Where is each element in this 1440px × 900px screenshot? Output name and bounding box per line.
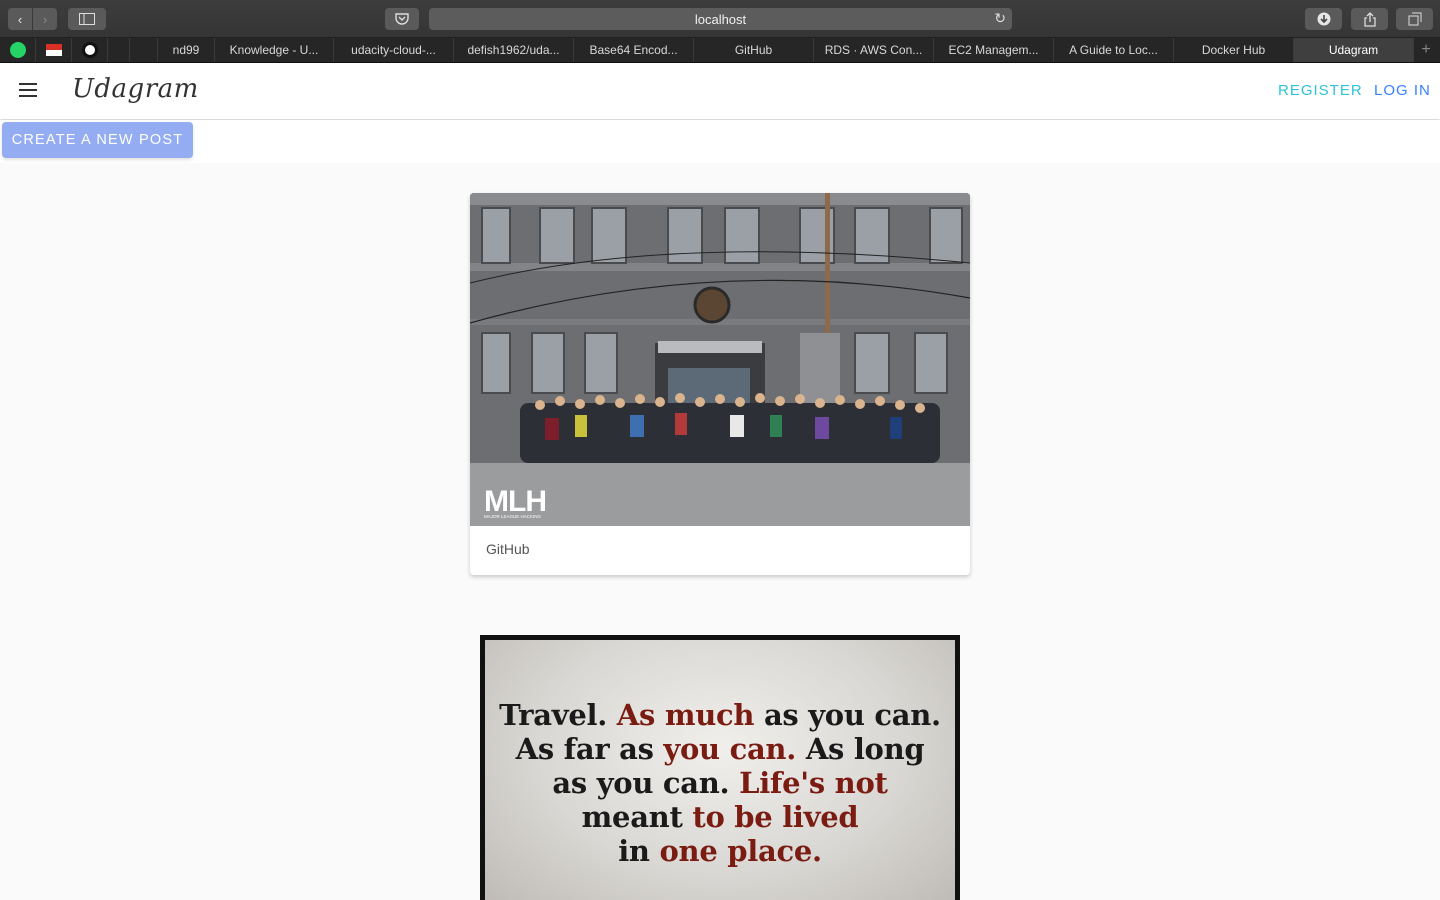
url-text: localhost: [694, 11, 747, 27]
plus-icon: +: [1421, 41, 1431, 58]
create-post-button[interactable]: CREATE A NEW POST: [2, 122, 193, 158]
tab-ec2[interactable]: EC2 Managem...: [934, 38, 1054, 62]
chevron-right-icon: ›: [42, 11, 48, 27]
login-button[interactable]: LOG IN: [1374, 82, 1431, 99]
tab-defish[interactable]: defish1962/uda...: [454, 38, 574, 62]
bookmark-spacer: [108, 38, 130, 62]
quote-line: in one place.: [618, 834, 822, 868]
share-icon: [1363, 11, 1376, 27]
whatsapp-bookmark[interactable]: [0, 38, 36, 62]
quote-line: as you can. Life's not: [552, 766, 888, 800]
tab-udagram[interactable]: Udagram: [1294, 38, 1414, 62]
bookmark-spacer-2: [130, 38, 158, 62]
feed-post-image[interactable]: Travel. As much as you can. As far as yo…: [480, 635, 960, 900]
gmail-bookmark[interactable]: [36, 38, 72, 62]
tab-rds[interactable]: RDS · AWS Con...: [814, 38, 934, 62]
whatsapp-icon: [9, 42, 26, 58]
post-image: MLH MAJOR LEAGUE HACKING: [470, 193, 970, 526]
share-button[interactable]: [1351, 8, 1388, 30]
svg-text:MAJOR LEAGUE HACKING: MAJOR LEAGUE HACKING: [484, 514, 542, 519]
post-caption: GitHub: [486, 541, 530, 557]
tab-knowledge[interactable]: Knowledge - U...: [215, 38, 334, 62]
register-button[interactable]: REGISTER: [1278, 82, 1363, 99]
gmail-icon: [45, 44, 62, 56]
github-bookmark[interactable]: [72, 38, 108, 62]
create-post-bar: CREATE A NEW POST: [0, 120, 1440, 163]
sidebar-toggle-button[interactable]: [68, 8, 106, 30]
feed-post-card[interactable]: MLH MAJOR LEAGUE HACKING GitHub: [470, 193, 970, 575]
quote-line: Travel. As much as you can.: [499, 698, 941, 732]
tab-bar: nd99 Knowledge - U... udacity-cloud-... …: [0, 38, 1440, 63]
app-header: Udagram REGISTER LOG IN: [0, 63, 1440, 119]
tab-nd99[interactable]: nd99: [158, 38, 215, 62]
forward-button[interactable]: ›: [33, 8, 57, 30]
reload-icon[interactable]: ↻: [994, 10, 1006, 27]
tab-github[interactable]: GitHub: [694, 38, 814, 62]
tab-overview-button[interactable]: [1396, 8, 1433, 30]
tab-guide[interactable]: A Guide to Loc...: [1054, 38, 1174, 62]
address-bar[interactable]: localhost ↻: [429, 8, 1012, 30]
quote-line: meant to be lived: [581, 800, 859, 834]
quote-line: As far as you can. As long: [515, 732, 925, 766]
browser-toolbar: ‹ › localhost ↻: [0, 0, 1440, 38]
tab-docker-hub[interactable]: Docker Hub: [1174, 38, 1294, 62]
download-icon: [1317, 12, 1330, 26]
pocket-button[interactable]: [385, 8, 419, 30]
tab-udacity-cloud[interactable]: udacity-cloud-...: [334, 38, 454, 62]
brand-logo[interactable]: Udagram: [72, 74, 199, 104]
github-icon: [81, 42, 98, 58]
back-button[interactable]: ‹: [8, 8, 32, 30]
quote-text: Travel. As much as you can. As far as yo…: [480, 698, 960, 868]
menu-icon[interactable]: [19, 83, 37, 97]
new-tab-button[interactable]: +: [1414, 41, 1438, 59]
downloads-button[interactable]: [1305, 8, 1342, 30]
tabs-icon: [1408, 12, 1421, 26]
tab-base64[interactable]: Base64 Encod...: [574, 38, 694, 62]
chevron-left-icon: ‹: [17, 11, 23, 27]
pocket-icon: [395, 13, 409, 25]
sidebar-icon: [79, 13, 95, 25]
